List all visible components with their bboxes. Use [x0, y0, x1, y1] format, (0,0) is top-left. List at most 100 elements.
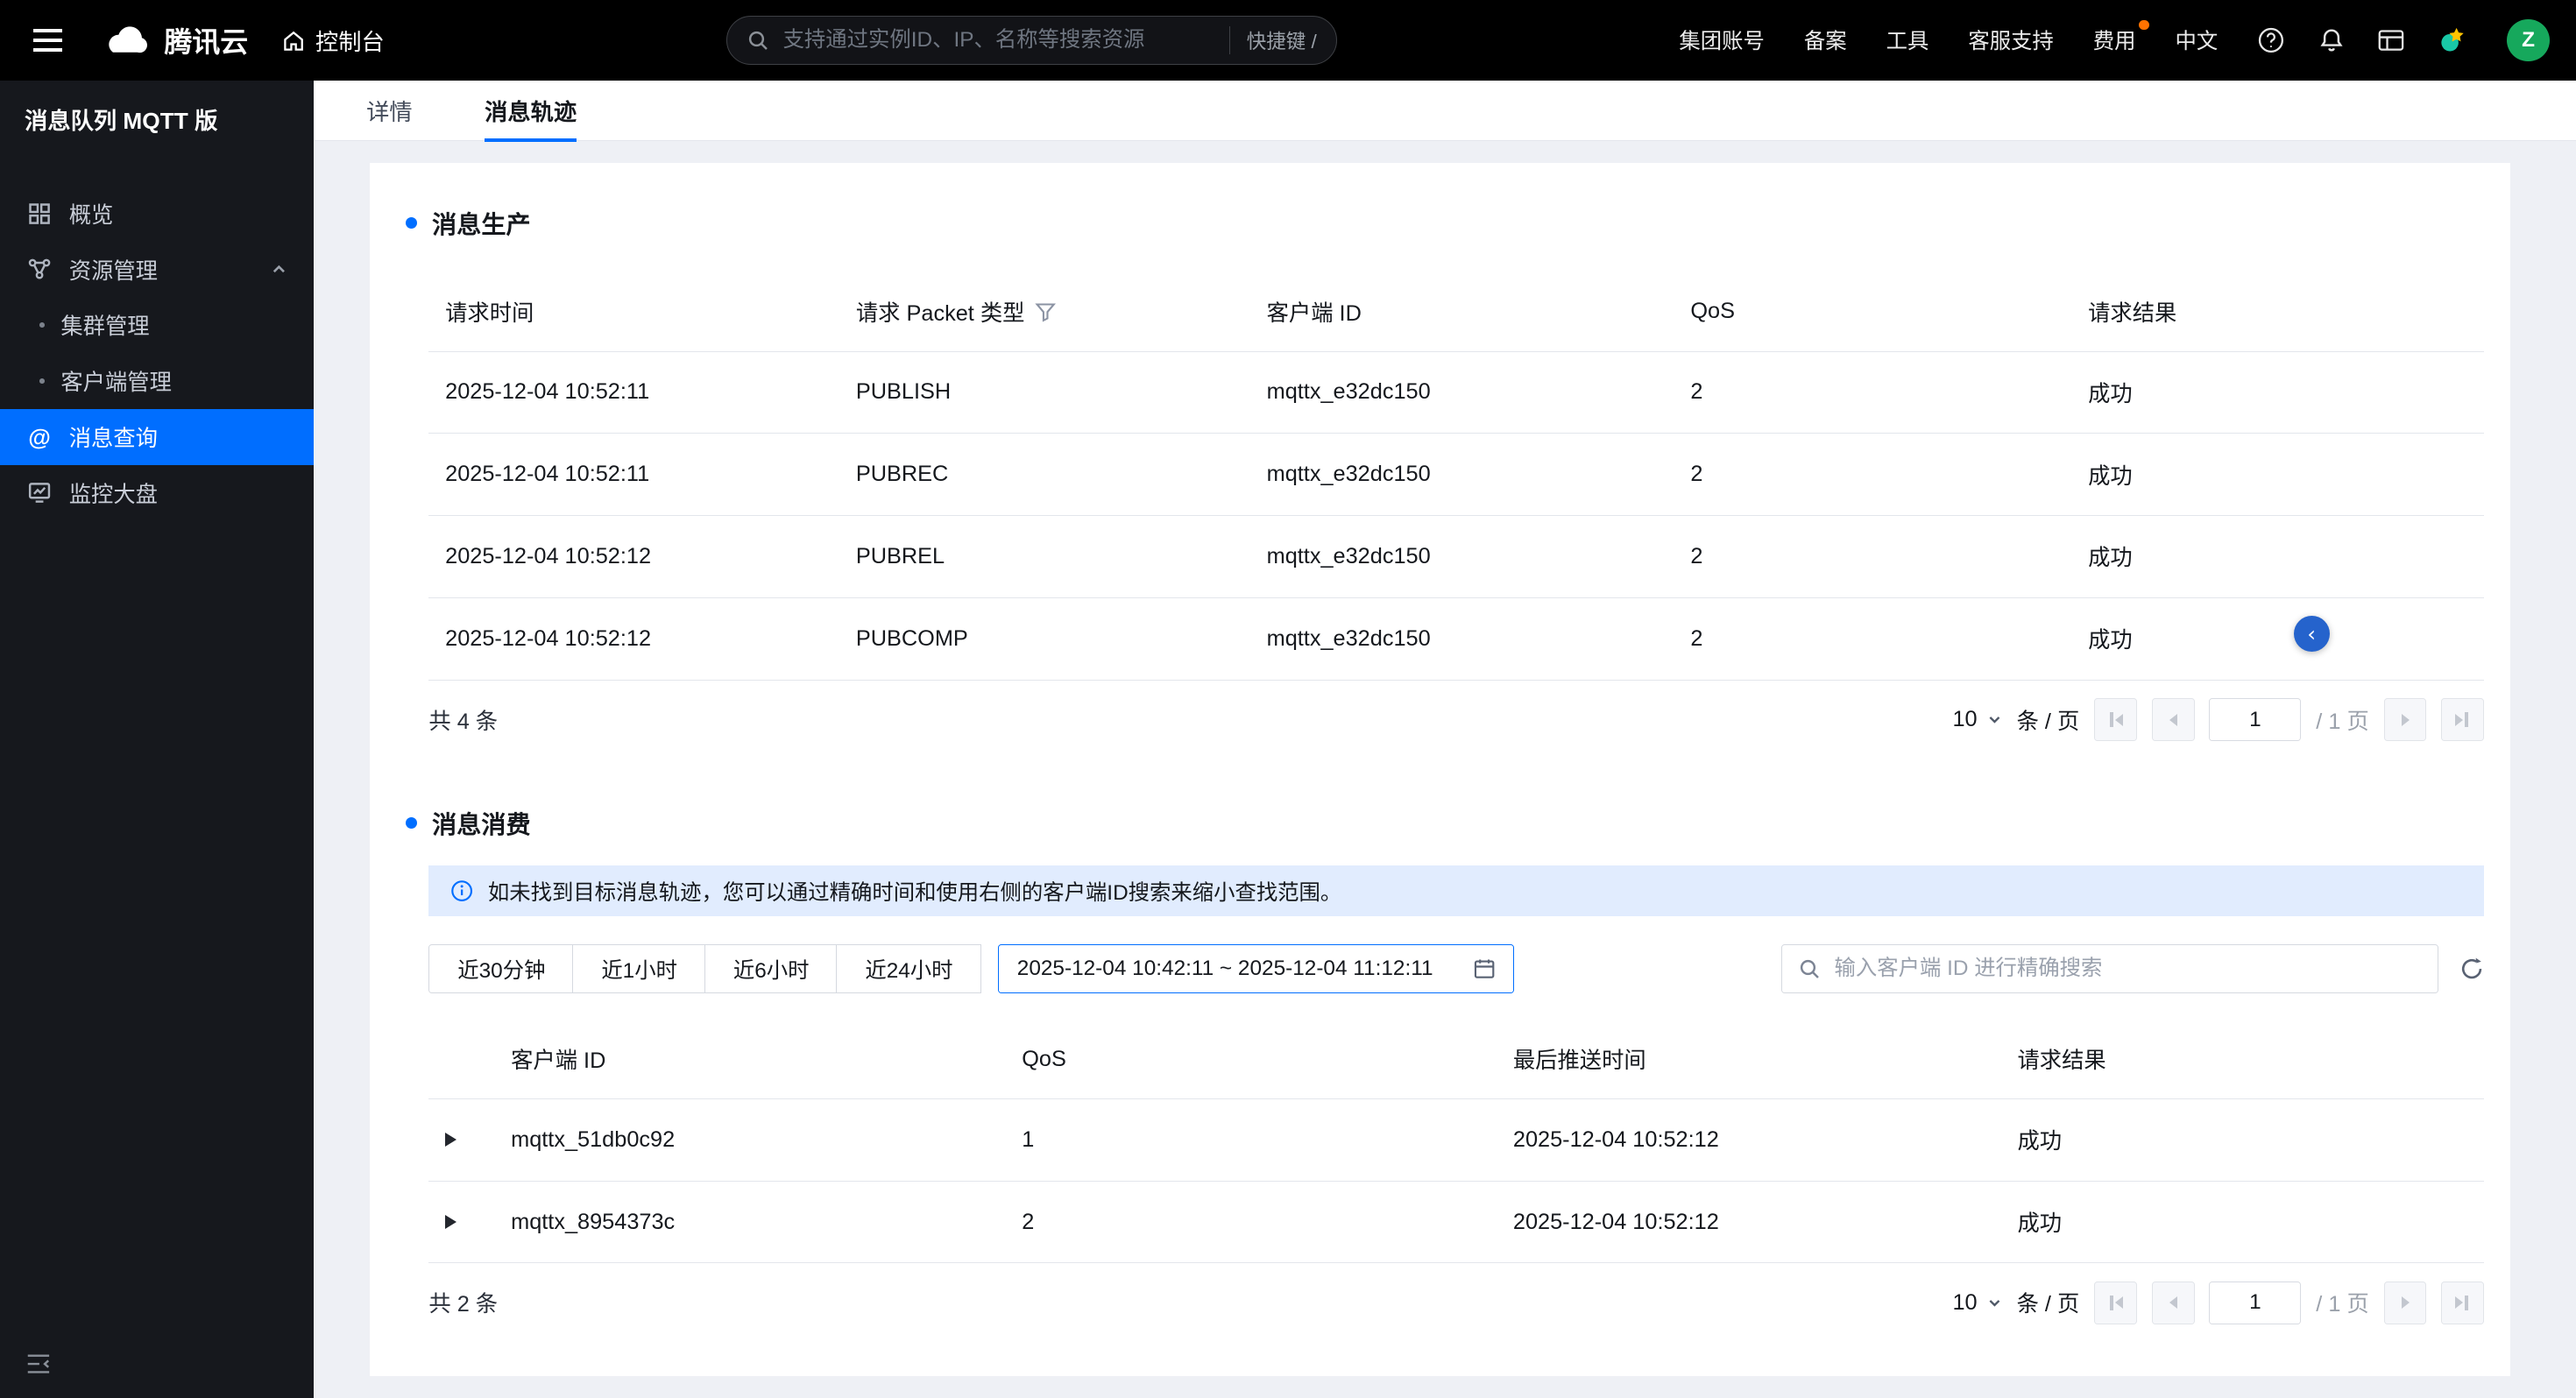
tencent-cloud-logo[interactable]: 腾讯云 — [102, 20, 248, 60]
calendar-icon — [1473, 957, 1496, 980]
sidebar-item-label: 集群管理 — [60, 314, 150, 340]
time-filter-1h-button[interactable]: 近1小时 — [572, 944, 706, 994]
topbar-link-icp[interactable]: 备案 — [1804, 25, 1847, 55]
time-filter-24h-button[interactable]: 近24小时 — [836, 944, 982, 994]
sidebar-item-client-management[interactable]: 客户端管理 — [0, 353, 314, 409]
sidebar-nav: 概览 资源管理 集群管理 客户端管理 @ 消息查询 监控大盘 — [0, 186, 315, 521]
cell-request-time: 2025-12-04 10:52:12 — [428, 515, 840, 598]
console-label: 控制台 — [315, 28, 385, 55]
side-drawer-toggle-button[interactable]: ‹ — [2293, 616, 2330, 653]
cell-result: 成功 — [2071, 433, 2484, 516]
global-search-box[interactable]: 快捷键 / — [725, 15, 1338, 66]
prev-page-button[interactable] — [2151, 1282, 2195, 1324]
tab-message-trace[interactable]: 消息轨迹 — [485, 81, 577, 144]
column-header-request-time: 请求时间 — [428, 272, 840, 352]
cell-last-push-time: 2025-12-04 10:52:12 — [1497, 1181, 2001, 1264]
sidebar-item-cluster-management[interactable]: 集群管理 — [0, 297, 314, 353]
topbar-link-group-account[interactable]: 集团账号 — [1679, 25, 1764, 55]
page-number-input[interactable]: 1 — [2209, 1282, 2302, 1324]
cell-qos: 2 — [1005, 1181, 1497, 1264]
next-page-button[interactable] — [2383, 1282, 2427, 1324]
consumption-pagination: 共 2 条 10 条 / 页 1 / 1 页 — [428, 1263, 2484, 1342]
info-circle-icon — [450, 879, 473, 902]
packet-type-header-label: 请求 Packet 类型 — [855, 300, 1025, 326]
console-panel-icon[interactable] — [2377, 28, 2405, 53]
table-row: 2025-12-04 10:52:12 PUBCOMP mqttx_e32dc1… — [428, 597, 2484, 681]
first-page-button[interactable] — [2094, 1282, 2137, 1324]
collapse-sidebar-icon[interactable] — [25, 1352, 53, 1376]
client-id-search-input[interactable] — [1834, 957, 2421, 982]
global-search-input[interactable] — [782, 27, 1217, 53]
total-count-label: 共 4 条 — [428, 709, 499, 734]
topbar-center: 快捷键 / — [385, 15, 1680, 66]
sidebar-item-message-query[interactable]: @ 消息查询 — [0, 408, 315, 465]
chevron-down-icon — [1989, 1300, 2000, 1307]
page-total-label: / 1 页 — [2316, 709, 2369, 734]
column-header-qos: QoS — [1005, 1020, 1497, 1099]
table-row: 2025-12-04 10:52:11 PUBLISH mqttx_e32dc1… — [428, 351, 2484, 434]
sidebar-item-monitor-dashboard[interactable]: 监控大盘 — [0, 465, 314, 521]
cell-result: 成功 — [2000, 1181, 2484, 1264]
promo-icon[interactable] — [2438, 25, 2468, 55]
production-pagination: 共 4 条 10 条 / 页 1 / 1 页 — [428, 681, 2484, 759]
page-size-value: 10 — [1952, 707, 1978, 731]
page-number-input[interactable]: 1 — [2209, 698, 2302, 741]
sidebar-item-label: 消息查询 — [68, 426, 158, 451]
hamburger-menu-icon[interactable] — [26, 22, 69, 58]
cloud-logo-icon — [102, 23, 151, 57]
info-banner-text: 如未找到目标消息轨迹，您可以通过精确时间和使用右侧的客户端ID搜索来缩小查找范围… — [487, 880, 1342, 905]
user-avatar[interactable]: Z — [2507, 18, 2550, 62]
prev-page-button[interactable] — [2151, 698, 2195, 741]
cell-packet-type: PUBREC — [839, 433, 1250, 516]
filter-funnel-icon[interactable] — [1035, 301, 1056, 322]
sidebar-item-resource-management[interactable]: 资源管理 — [0, 242, 314, 298]
time-filter-6h-button[interactable]: 近6小时 — [704, 944, 839, 994]
cell-result: 成功 — [2071, 515, 2484, 598]
search-icon — [747, 29, 769, 52]
column-header-client-id: 客户端 ID — [1249, 272, 1674, 352]
expand-row-button[interactable] — [445, 1132, 457, 1147]
total-count-label: 共 2 条 — [428, 1292, 499, 1317]
column-header-last-push-time: 最后推送时间 — [1497, 1020, 2001, 1099]
home-icon — [281, 28, 306, 53]
chevron-up-icon[interactable] — [271, 261, 287, 278]
topbar-icon-group — [2257, 25, 2467, 55]
next-page-button[interactable] — [2383, 698, 2427, 741]
first-page-button[interactable] — [2094, 698, 2137, 741]
cell-packet-type: PUBLISH — [839, 351, 1250, 434]
topbar-link-tools[interactable]: 工具 — [1886, 25, 1929, 55]
bullet-dot-icon — [39, 322, 45, 328]
last-page-button[interactable] — [2441, 698, 2484, 741]
time-filter-30min-button[interactable]: 近30分钟 — [428, 944, 575, 994]
help-icon[interactable] — [2257, 26, 2285, 54]
cell-last-push-time: 2025-12-04 10:52:12 — [1497, 1098, 2001, 1182]
client-id-search-box[interactable] — [1780, 944, 2438, 994]
cell-request-time: 2025-12-04 10:52:12 — [428, 597, 840, 681]
topbar-left: 腾讯云 控制台 — [26, 20, 385, 60]
sidebar-item-overview[interactable]: 概览 — [0, 186, 314, 242]
page-size-select[interactable]: 10 — [1952, 1290, 2001, 1316]
notification-bell-icon[interactable] — [2318, 26, 2345, 54]
topbar-link-language[interactable]: 中文 — [2176, 25, 2219, 55]
last-page-button[interactable] — [2441, 1282, 2484, 1324]
cell-qos: 2 — [1674, 597, 2072, 681]
console-link[interactable]: 控制台 — [281, 24, 385, 57]
search-icon — [1798, 957, 1821, 980]
cell-request-time: 2025-12-04 10:52:11 — [428, 433, 840, 516]
topbar-link-billing[interactable]: 费用 — [2092, 19, 2149, 55]
page-size-select[interactable]: 10 — [1952, 707, 2001, 732]
page-total-label: / 1 页 — [2316, 1292, 2369, 1317]
sidebar-item-label: 资源管理 — [68, 258, 158, 284]
column-header-client-id: 客户端 ID — [494, 1020, 1006, 1099]
tab-details[interactable]: 详情 — [366, 81, 413, 140]
date-range-picker[interactable]: 2025-12-04 10:42:11 ~ 2025-12-04 11:12:1… — [998, 944, 1515, 994]
billing-label: 费用 — [2092, 30, 2136, 54]
main-content: 详情 消息轨迹 消息生产 请求时间 请求 Packet 类型 客户端 ID Qo… — [314, 80, 2576, 1398]
expand-row-button[interactable] — [445, 1214, 457, 1229]
cell-qos: 2 — [1674, 351, 2072, 434]
topbar-link-support[interactable]: 客服支持 — [1968, 25, 2053, 55]
topbar-right: 集团账号 备案 工具 客服支持 费用 中文 Z — [1679, 18, 2550, 62]
table-row: 2025-12-04 10:52:11 PUBREC mqttx_e32dc15… — [428, 433, 2484, 516]
refresh-icon[interactable] — [2459, 957, 2484, 981]
billing-badge-dot — [2139, 19, 2149, 31]
